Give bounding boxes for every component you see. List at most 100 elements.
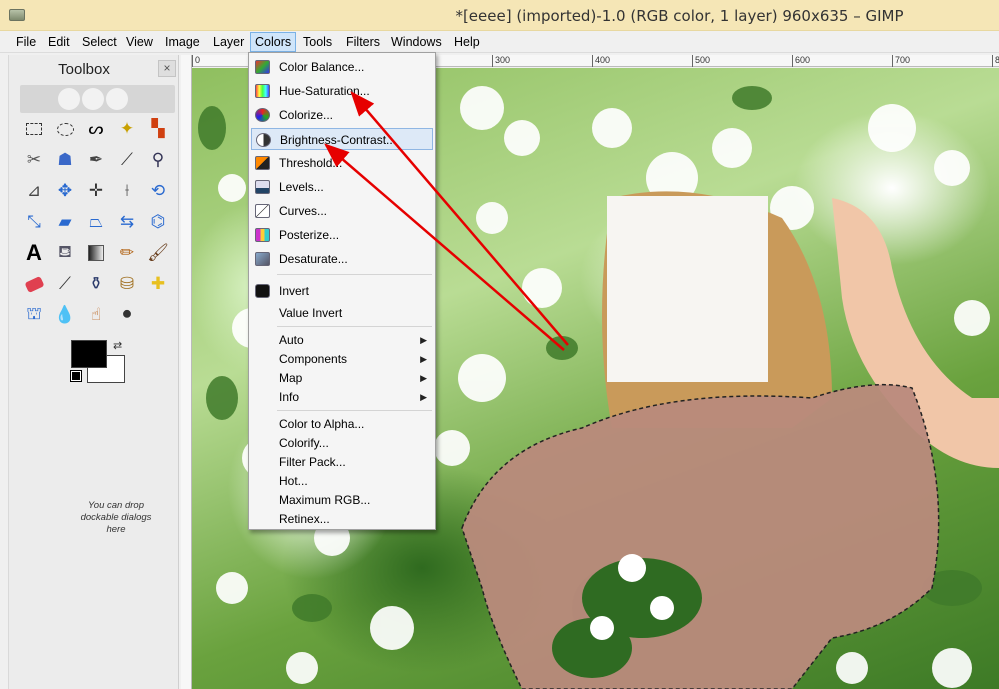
menuitem-label: Auto bbox=[279, 333, 304, 347]
menuitem-threshold[interactable]: Threshold... bbox=[251, 152, 433, 174]
wilber-drop-area bbox=[20, 85, 175, 113]
scissors-tool-icon[interactable]: ✂ bbox=[21, 147, 47, 173]
menuitem-colorize[interactable]: Colorize... bbox=[251, 104, 433, 126]
threshold-icon bbox=[255, 156, 270, 170]
menu-help[interactable]: Help bbox=[450, 34, 484, 51]
menuitem-label: Info bbox=[279, 390, 300, 404]
blend-tool-icon[interactable] bbox=[83, 240, 109, 266]
menuitem-label: Hot... bbox=[279, 474, 308, 488]
menu-separator bbox=[277, 274, 432, 275]
swap-colors-icon[interactable]: ⇄ bbox=[113, 339, 122, 352]
menu-file[interactable]: File bbox=[12, 34, 40, 51]
menu-layer[interactable]: Layer bbox=[209, 34, 248, 51]
airbrush-tool-icon[interactable]: ⟋ bbox=[52, 271, 78, 297]
clone-tool-icon[interactable]: ⛁ bbox=[114, 271, 140, 297]
submenu-arrow-icon: ▶ bbox=[420, 392, 427, 402]
menuitem-label: Colorize... bbox=[279, 108, 334, 122]
toolbox-close-button[interactable]: × bbox=[158, 60, 176, 77]
fuzzy-select-tool-icon[interactable]: ✦ bbox=[114, 116, 140, 142]
pencil-tool-icon[interactable]: ✏ bbox=[114, 240, 140, 266]
brightness-contrast-icon bbox=[256, 133, 271, 147]
window-title: *[eeee] (imported)-1.0 (RGB color, 1 lay… bbox=[455, 7, 904, 25]
perspective-tool-icon[interactable]: ⏢ bbox=[83, 209, 109, 235]
ruler-label: 0 bbox=[192, 55, 200, 67]
flip-tool-icon[interactable]: ⇆ bbox=[114, 209, 140, 235]
rect-select-tool-icon[interactable] bbox=[21, 116, 47, 142]
menuitem-label: Components bbox=[279, 352, 348, 366]
menuitem-label: Filter Pack... bbox=[279, 455, 346, 469]
menuitem-desaturate[interactable]: Desaturate... bbox=[251, 248, 433, 270]
menu-view[interactable]: View bbox=[122, 34, 157, 51]
menu-select[interactable]: Select bbox=[78, 34, 121, 51]
vertical-ruler bbox=[181, 55, 192, 689]
cage-transform-tool-icon[interactable]: ⌬ bbox=[145, 209, 171, 235]
colorize-icon bbox=[255, 108, 270, 122]
scale-tool-icon[interactable]: ⤡ bbox=[21, 209, 47, 235]
ruler-label: 700 bbox=[892, 55, 910, 67]
ink-tool-icon[interactable]: ⚱ bbox=[83, 271, 109, 297]
title-bar: *[eeee] (imported)-1.0 (RGB color, 1 lay… bbox=[0, 0, 999, 31]
ruler-label: 400 bbox=[592, 55, 610, 67]
text-tool-icon[interactable]: A bbox=[21, 240, 47, 266]
menuitem-label: Posterize... bbox=[279, 228, 340, 242]
move-tool-icon[interactable]: ✥ bbox=[52, 178, 78, 204]
heal-tool-icon[interactable]: ✚ bbox=[145, 271, 171, 297]
wilber-eye-icon bbox=[82, 88, 104, 110]
measure-tool-icon[interactable]: ⊿ bbox=[21, 178, 47, 204]
menu-colors[interactable]: Colors bbox=[250, 32, 297, 52]
menuitem-label: Color Balance... bbox=[279, 60, 365, 74]
menuitem-invert[interactable]: Invert bbox=[251, 280, 433, 302]
blur-sharpen-tool-icon[interactable]: 💧 bbox=[52, 302, 78, 328]
menuitem-curves[interactable]: Curves... bbox=[251, 200, 433, 222]
menuitem-hue-saturation[interactable]: Hue-Saturation... bbox=[251, 80, 433, 102]
menuitem-brightness-contrast[interactable]: Brightness-Contrast... bbox=[251, 128, 433, 150]
menuitem-posterize[interactable]: Posterize... bbox=[251, 224, 433, 246]
smudge-tool-icon[interactable]: ☝ bbox=[83, 302, 109, 328]
menu-edit[interactable]: Edit bbox=[44, 34, 74, 51]
menuitem-value-invert[interactable]: Value Invert bbox=[251, 302, 433, 324]
menuitem-label: Desaturate... bbox=[279, 252, 348, 266]
foreground-select-tool-icon[interactable]: ☗ bbox=[52, 147, 78, 173]
select-by-color-tool-icon[interactable]: ▚ bbox=[145, 116, 171, 142]
menuitem-levels[interactable]: Levels... bbox=[251, 176, 433, 198]
align-tool-icon[interactable]: ✛ bbox=[83, 178, 109, 204]
menuitem-label: Invert bbox=[279, 284, 310, 298]
curves-icon bbox=[255, 204, 270, 218]
menuitem-label: Brightness-Contrast... bbox=[280, 133, 397, 147]
hue-saturation-icon bbox=[255, 84, 270, 98]
menu-image[interactable]: Image bbox=[161, 34, 204, 51]
foreground-color-swatch-front[interactable] bbox=[71, 340, 107, 368]
paintbrush-tool-icon[interactable]: 🖌 bbox=[145, 240, 171, 266]
menu-tools[interactable]: Tools bbox=[299, 34, 336, 51]
toolbox-title: Toolbox bbox=[58, 61, 110, 78]
color-balance-icon bbox=[255, 60, 270, 74]
menu-windows[interactable]: Windows bbox=[387, 34, 446, 51]
dodge-burn-tool-icon[interactable]: ⚫ bbox=[114, 302, 140, 328]
invert-icon bbox=[255, 284, 270, 298]
ruler-label: 300 bbox=[492, 55, 510, 67]
ellipse-select-tool-icon[interactable] bbox=[52, 116, 78, 142]
menuitem-label: Curves... bbox=[279, 204, 328, 218]
crop-tool-icon[interactable]: ⟊ bbox=[114, 178, 140, 204]
ruler-label: 600 bbox=[792, 55, 810, 67]
menuitem-retinex[interactable]: Retinex... bbox=[251, 508, 433, 530]
dock-drop-hint: You can drop dockable dialogs here bbox=[80, 500, 152, 535]
levels-icon bbox=[255, 180, 270, 194]
paths-tool-icon[interactable]: ✒ bbox=[83, 147, 109, 173]
eraser-tool-icon[interactable] bbox=[21, 271, 47, 297]
reset-colors-icon[interactable] bbox=[70, 370, 82, 382]
menu-filters[interactable]: Filters bbox=[342, 34, 384, 51]
menuitem-color-balance[interactable]: Color Balance... bbox=[251, 56, 433, 78]
desaturate-icon bbox=[255, 252, 270, 266]
perspective-clone-tool-icon[interactable]: ⛫ bbox=[21, 302, 47, 328]
shear-tool-icon[interactable]: ▰ bbox=[52, 209, 78, 235]
color-picker-tool-icon[interactable]: ⟋ bbox=[114, 147, 140, 173]
toolbox-panel: Toolbox × ᔕ ✦ ▚ ✂ ☗ ✒ ⟋ ⚲ ⊿ ✥ ✛ ⟊ ⟲ ⤡ ▰ … bbox=[8, 55, 179, 689]
rotate-tool-icon[interactable]: ⟲ bbox=[145, 178, 171, 204]
menuitem-label: Maximum RGB... bbox=[279, 493, 371, 507]
lasso-tool-icon[interactable]: ᔕ bbox=[83, 116, 109, 142]
menuitem-info-submenu[interactable]: Info ▶ bbox=[251, 386, 433, 408]
zoom-tool-icon[interactable]: ⚲ bbox=[145, 147, 171, 173]
bucket-fill-tool-icon[interactable]: ⛾ bbox=[52, 240, 78, 266]
menubar: File Edit Select View Image Layer Colors… bbox=[0, 31, 999, 53]
